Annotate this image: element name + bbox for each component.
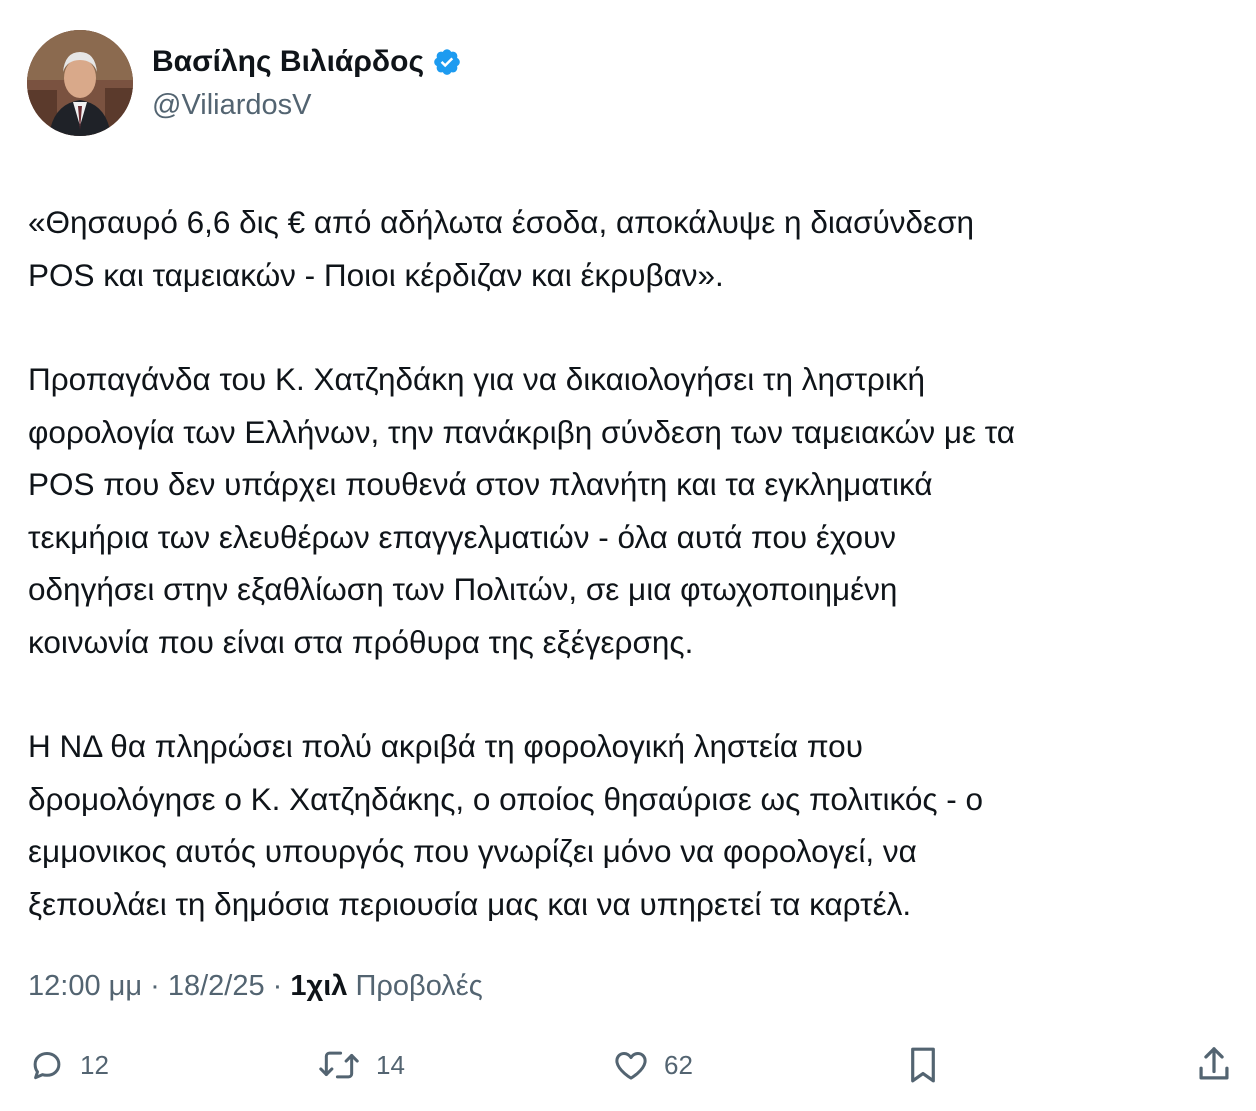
- author-handle[interactable]: @ViliardosV: [152, 86, 311, 124]
- tweet-paragraph-3: Η ΝΔ θα πληρώσει πολύ ακριβά τη φορολογι…: [28, 720, 1238, 930]
- tweet-date[interactable]: 18/2/25: [168, 970, 265, 1002]
- tweet-text: «Θησαυρό 6,6 δις € από αδήλωτα έσοδα, απ…: [28, 196, 1238, 930]
- author-name[interactable]: Βασίλης Βιλιάρδος: [152, 42, 424, 82]
- tweet-time[interactable]: 12:00 μμ: [28, 970, 142, 1002]
- like-count: 62: [664, 1049, 693, 1080]
- text-line: φορολογία των Ελλήνων, την πανάκριβη σύν…: [28, 413, 1016, 450]
- reply-icon: [28, 1046, 66, 1084]
- text-line: POS που δεν υπάρχει πουθενά στον πλανήτη…: [28, 466, 933, 502]
- bookmark-button[interactable]: [904, 1040, 942, 1090]
- tweet-meta: 12:00 μμ · 18/2/25 · 1χιλ Προβολές: [28, 966, 483, 1006]
- repost-button[interactable]: 14: [316, 1040, 405, 1090]
- action-bar: 12 14 62: [0, 1040, 1256, 1090]
- views-count: 1χιλ: [290, 970, 348, 1002]
- text-line: «Θησαυρό 6,6 δις € από αδήλωτα έσοδα, απ…: [28, 204, 975, 240]
- tweet-paragraph-2: Προπαγάνδα του Κ. Χατζηδάκη για να δικαι…: [28, 353, 1238, 668]
- verified-badge-icon[interactable]: [432, 47, 462, 77]
- repost-count: 14: [376, 1049, 405, 1080]
- text-line: ξεπουλάει τη δημόσια περιουσία μας και ν…: [28, 885, 912, 922]
- share-button[interactable]: [1194, 1040, 1234, 1090]
- text-line: τεκμήρια των ελευθέρων επαγγελματιών - ό…: [28, 518, 897, 555]
- text-line: Η ΝΔ θα πληρώσει πολύ ακριβά τη φορολογι…: [28, 728, 863, 764]
- avatar-image: [27, 30, 133, 136]
- reply-button[interactable]: 12: [28, 1040, 109, 1090]
- text-line: κοινωνία που είναι στα πρόθυρα της εξέγε…: [28, 623, 694, 660]
- text-line: δρομολόγησε ο Κ. Χατζηδάκης, ο οποίος θη…: [28, 780, 984, 817]
- text-line: εμμονικος αυτός υπουργός που γνωρίζει μό…: [28, 833, 917, 869]
- author-name-row: Βασίλης Βιλιάρδος: [152, 42, 462, 82]
- reply-count: 12: [80, 1049, 109, 1080]
- share-icon: [1194, 1044, 1234, 1086]
- views-label: Προβολές: [355, 970, 483, 1002]
- like-button[interactable]: 62: [612, 1040, 693, 1090]
- bookmark-icon: [904, 1044, 942, 1086]
- meta-separator: ·: [272, 970, 283, 1002]
- like-icon: [612, 1046, 650, 1084]
- tweet-paragraph-1: «Θησαυρό 6,6 δις € από αδήλωτα έσοδα, απ…: [28, 196, 1238, 301]
- text-line: POS και ταμειακών - Ποιοι κέρδιζαν και έ…: [28, 256, 724, 293]
- text-line: οδηγήσει στην εξαθλίωση των Πολιτών, σε …: [28, 571, 898, 607]
- repost-icon: [316, 1046, 362, 1084]
- meta-separator: ·: [150, 970, 160, 1002]
- text-line: Προπαγάνδα του Κ. Χατζηδάκη για να δικαι…: [28, 361, 926, 397]
- avatar[interactable]: [27, 30, 133, 136]
